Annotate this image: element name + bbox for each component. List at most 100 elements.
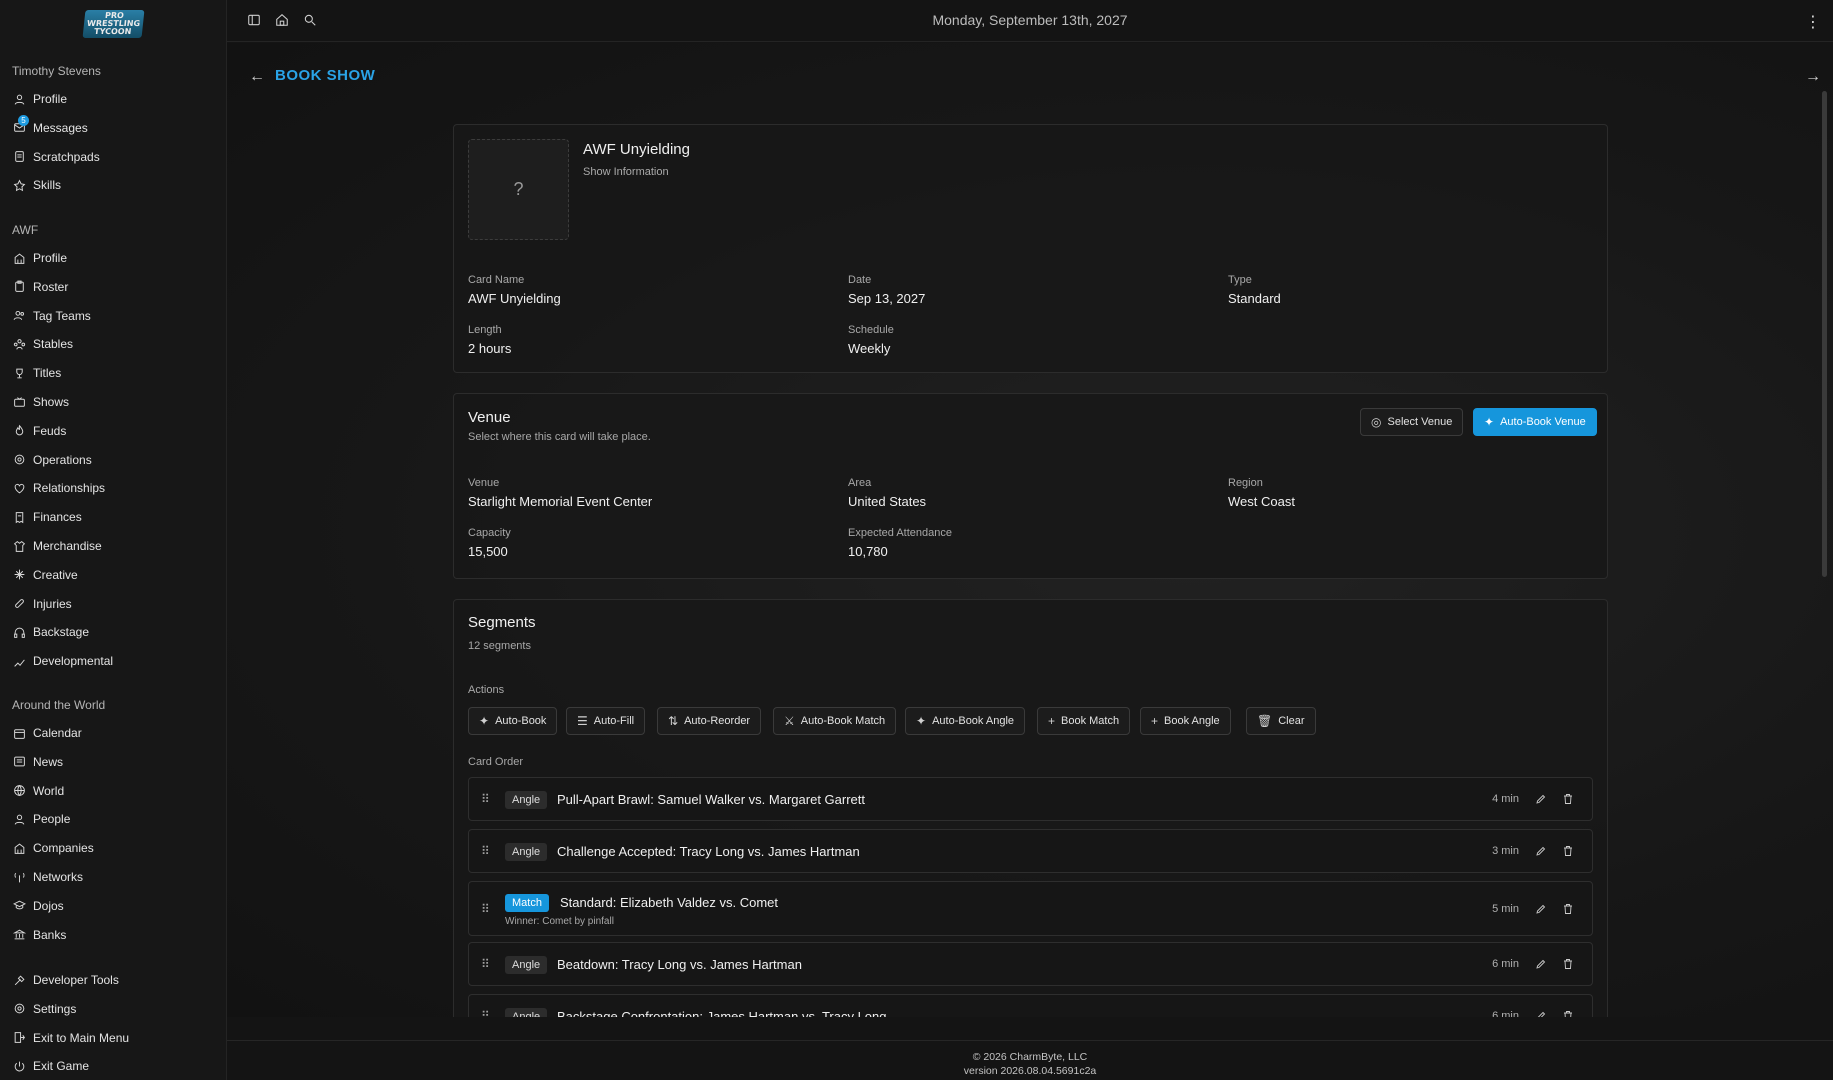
edit-pencil-icon[interactable] bbox=[1535, 845, 1549, 859]
drag-handle-icon[interactable]: ⠿ bbox=[481, 902, 490, 916]
game-logo[interactable]: PRO WRESTLING TYCOON bbox=[82, 10, 144, 38]
auto-book-button[interactable]: ✦ Auto-Book bbox=[468, 707, 558, 735]
sidebar-item-creative[interactable]: Creative bbox=[12, 564, 78, 586]
venue-name-field: Venue Starlight Memorial Event Center bbox=[468, 477, 652, 509]
edit-pencil-icon[interactable] bbox=[1535, 1010, 1549, 1017]
drag-handle-icon[interactable]: ⠿ bbox=[481, 792, 490, 806]
auto-book-angle-button[interactable]: ✦ Auto-Book Angle bbox=[905, 707, 1026, 735]
sidebar-item-roster[interactable]: Roster bbox=[12, 276, 68, 298]
segment-row[interactable]: ⠿ Angle Beatdown: Tracy Long vs. James Har… bbox=[468, 942, 1593, 986]
segment-row[interactable]: ⠿ Angle Pull-Apart Brawl: Samuel Walker vs… bbox=[468, 777, 1593, 821]
sidebar-item-settings[interactable]: Settings bbox=[12, 998, 76, 1020]
current-date: Monday, September 13th, 2027 bbox=[932, 12, 1128, 28]
sparkle-icon: ✦ bbox=[916, 714, 927, 728]
sidebar-item-backstage[interactable]: Backstage bbox=[12, 621, 89, 643]
venue-title: Venue bbox=[468, 409, 511, 426]
sidebar-item-label: Developmental bbox=[33, 654, 114, 669]
sidebar-item-label: Merchandise bbox=[33, 539, 102, 553]
show-info-card: ? AWF Unyielding Show Information Card N… bbox=[453, 124, 1608, 373]
drag-handle-icon[interactable]: ⠿ bbox=[481, 844, 490, 858]
drag-handle-icon[interactable]: ⠿ bbox=[481, 1009, 490, 1017]
sidebar-item-companies[interactable]: Companies bbox=[12, 837, 94, 859]
sidebar-item-relationships[interactable]: Relationships bbox=[12, 477, 105, 499]
newspaper-icon bbox=[12, 755, 26, 769]
sidebar-item-developmental[interactable]: Developmental bbox=[12, 650, 113, 672]
main-content: ← BOOK SHOW → ? AWF Unyielding Show Info… bbox=[227, 43, 1833, 1017]
bank-icon bbox=[12, 928, 26, 942]
plus-icon: + bbox=[1048, 714, 1056, 728]
trash-icon[interactable] bbox=[1562, 845, 1576, 859]
sidebar-item-developer-tools[interactable]: Developer Tools bbox=[12, 969, 119, 991]
capacity-value: 15,500 bbox=[468, 544, 508, 559]
sidebar-item-profile[interactable]: Profile bbox=[12, 247, 67, 269]
sidebar-item-exit-to-main-menu[interactable]: Exit to Main Menu bbox=[12, 1027, 129, 1049]
sidebar-item-injuries[interactable]: Injuries bbox=[12, 593, 72, 615]
edit-pencil-icon[interactable] bbox=[1535, 958, 1549, 972]
edit-pencil-icon[interactable] bbox=[1535, 903, 1549, 917]
select-venue-button[interactable]: ◎ Select Venue bbox=[1360, 408, 1464, 436]
forward-arrow-icon[interactable]: → bbox=[1805, 68, 1821, 86]
version-text: version 2026.08.04.5691c2a bbox=[963, 1065, 1097, 1077]
venue-subtitle: Select where this card will take place. bbox=[468, 431, 651, 443]
book-match-button[interactable]: + Book Match bbox=[1037, 707, 1131, 735]
more-vertical-icon[interactable]: ⋮ bbox=[1805, 12, 1821, 32]
area-field: Area United States bbox=[848, 477, 926, 509]
sidebar-item-banks[interactable]: Banks bbox=[12, 924, 66, 946]
growth-icon bbox=[12, 654, 26, 668]
trash-icon[interactable] bbox=[1562, 793, 1576, 807]
sidebar-item-label: Companies bbox=[33, 841, 94, 856]
auto-book-match-button[interactable]: ⚔ Auto-Book Match bbox=[773, 707, 897, 735]
show-image-placeholder[interactable]: ? bbox=[468, 139, 569, 240]
attendance-value: 10,780 bbox=[848, 544, 888, 559]
gear-icon bbox=[12, 453, 26, 467]
sidebar-item-news[interactable]: News bbox=[12, 751, 63, 773]
sidebar-item-world[interactable]: World bbox=[12, 780, 64, 802]
auto-fill-button[interactable]: ☰ Auto-Fill bbox=[566, 707, 646, 735]
schedule-label: Schedule bbox=[848, 324, 894, 336]
building-icon bbox=[12, 841, 26, 855]
sidebar-item-people[interactable]: People bbox=[12, 808, 70, 830]
sidebar-item-exit-game[interactable]: Exit Game bbox=[12, 1055, 89, 1077]
sidebar-item-tag-teams[interactable]: Tag Teams bbox=[12, 305, 91, 327]
sidebar-item-feuds[interactable]: Feuds bbox=[12, 420, 66, 442]
sidebar-item-merchandise[interactable]: Merchandise bbox=[12, 535, 102, 557]
sidebar-item-networks[interactable]: Networks bbox=[12, 866, 83, 888]
clear-button[interactable]: 🗑 Clear bbox=[1246, 707, 1316, 735]
segment-row[interactable]: ⠿ Match Standard: Elizabeth Valdez vs. Com… bbox=[468, 881, 1593, 936]
segments-title: Segments bbox=[468, 614, 536, 631]
trash-icon[interactable] bbox=[1562, 903, 1576, 917]
drag-handle-icon[interactable]: ⠿ bbox=[481, 957, 490, 971]
auto-book-venue-button[interactable]: ✦ Auto-Book Venue bbox=[1473, 408, 1597, 436]
segment-row[interactable]: ⠿ Angle Challenge Accepted: Tracy Long vs.… bbox=[468, 829, 1593, 873]
trash-icon: 🗑 bbox=[1257, 714, 1273, 728]
scrollbar[interactable] bbox=[1822, 91, 1827, 577]
sidebar-item-operations[interactable]: Operations bbox=[12, 449, 92, 471]
sidebar-item-messages[interactable]: 5 Messages bbox=[12, 114, 88, 139]
sidebar-item-stables[interactable]: Stables bbox=[12, 333, 73, 355]
card-name-field: Card Name AWF Unyielding bbox=[468, 274, 561, 306]
book-angle-button[interactable]: + Book Angle bbox=[1140, 707, 1231, 735]
sidebar-item-calendar[interactable]: Calendar bbox=[12, 722, 82, 744]
map-pin-icon: ◎ bbox=[1371, 415, 1382, 429]
segment-duration: 4 min bbox=[1492, 793, 1519, 805]
sidebar-item-profile[interactable]: Profile bbox=[12, 88, 67, 110]
sidebar-item-finances[interactable]: Finances bbox=[12, 506, 82, 528]
world-section-title: Around the World bbox=[12, 698, 106, 712]
sidebar-item-label: Injuries bbox=[33, 596, 72, 611]
region-label: Region bbox=[1228, 477, 1263, 489]
trash-icon[interactable] bbox=[1562, 1010, 1576, 1017]
sidebar-item-skills[interactable]: Skills bbox=[12, 174, 61, 196]
edit-pencil-icon[interactable] bbox=[1535, 793, 1549, 807]
region-field: Region West Coast bbox=[1228, 477, 1295, 509]
sidebar-item-dojos[interactable]: Dojos bbox=[12, 895, 64, 917]
auto-reorder-button[interactable]: ⇅ Auto-Reorder bbox=[657, 707, 762, 735]
trash-icon[interactable] bbox=[1562, 958, 1576, 972]
sidebar-item-shows[interactable]: Shows bbox=[12, 391, 69, 413]
segment-row[interactable]: ⠿ Angle Backstage Confrontation: James Har… bbox=[468, 994, 1593, 1017]
sidebar-item-titles[interactable]: Titles bbox=[12, 362, 61, 384]
sidebar-item-label: World bbox=[33, 783, 65, 798]
back-arrow-icon[interactable]: ← bbox=[249, 68, 265, 86]
page-title: BOOK SHOW bbox=[275, 67, 376, 84]
sidebar-item-scratchpads[interactable]: Scratchpads bbox=[12, 146, 100, 168]
length-value: 2 hours bbox=[468, 341, 512, 356]
